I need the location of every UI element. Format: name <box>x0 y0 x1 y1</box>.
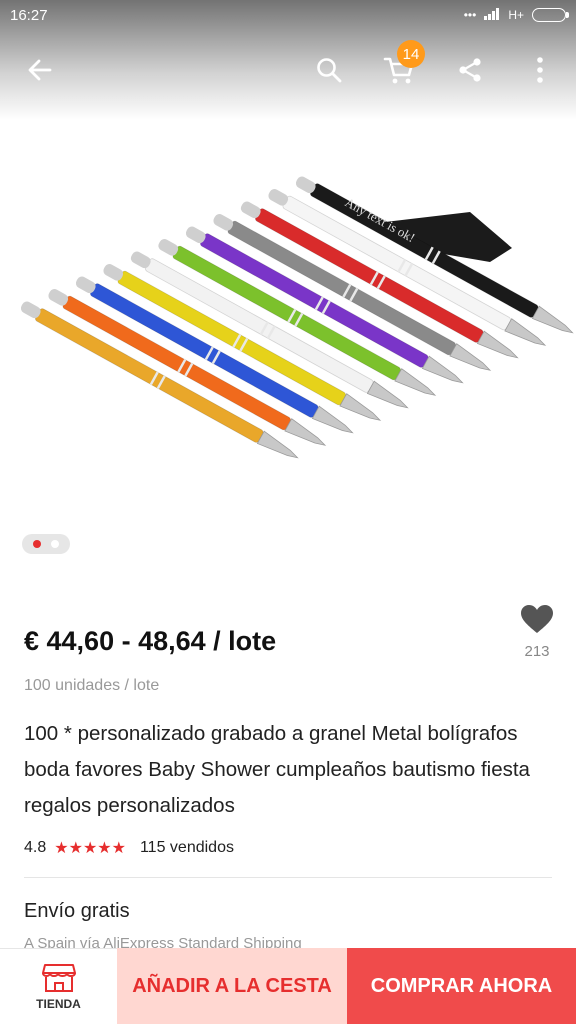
wishlist-count: 213 <box>524 643 550 660</box>
arrow-left-icon <box>28 59 52 81</box>
cart-count-badge: 14 <box>397 40 425 68</box>
more-vertical-icon <box>537 57 543 83</box>
rating-value: 4.8 <box>24 839 47 856</box>
search-icon <box>317 58 342 83</box>
carousel-indicator <box>22 534 70 554</box>
product-title: 100 * personalizado grabado a granel Met… <box>24 722 530 817</box>
rating-row[interactable]: 4.8 ★★★★★ 115 vendidos <box>24 838 234 858</box>
wishlist-button[interactable]: 213 <box>512 604 562 660</box>
bottom-action-bar: TIENDA AÑADIR A LA CESTA COMPRAR AHORA <box>0 948 576 1024</box>
status-time: 16:27 <box>10 6 48 24</box>
more-options-button[interactable] <box>516 46 564 94</box>
search-button[interactable] <box>305 46 353 94</box>
store-icon <box>41 963 76 992</box>
rating-stars-icon: ★★★★★ <box>54 840 126 857</box>
buy-now-button[interactable]: COMPRAR AHORA <box>347 948 576 1024</box>
share-icon <box>459 58 481 82</box>
status-bar: 16:27 ••• H+ <box>0 0 576 30</box>
share-button[interactable] <box>446 46 494 94</box>
shipping-title[interactable]: Envío gratis <box>24 900 130 923</box>
signal-icon <box>484 7 500 23</box>
product-price: € 44,60 - 48,64 / lote <box>24 626 277 656</box>
battery-icon <box>532 8 569 22</box>
carousel-dot-active <box>33 540 41 548</box>
store-button[interactable]: TIENDA <box>0 948 117 1024</box>
divider <box>24 877 552 878</box>
sold-count: 115 vendidos <box>139 839 234 856</box>
carousel-dot <box>51 540 59 548</box>
add-to-cart-button[interactable]: AÑADIR A LA CESTA <box>117 948 347 1024</box>
unit-quantity: 100 unidades / lote <box>24 677 160 694</box>
cart-button[interactable]: 14 <box>375 40 425 94</box>
back-button[interactable] <box>16 46 64 94</box>
store-label: TIENDA <box>36 996 81 1011</box>
notification-dots-icon: ••• <box>463 8 477 22</box>
pens-illustration <box>20 176 574 459</box>
status-icons: ••• H+ <box>463 7 569 23</box>
heart-icon <box>521 605 553 633</box>
network-type: H+ <box>508 8 524 22</box>
